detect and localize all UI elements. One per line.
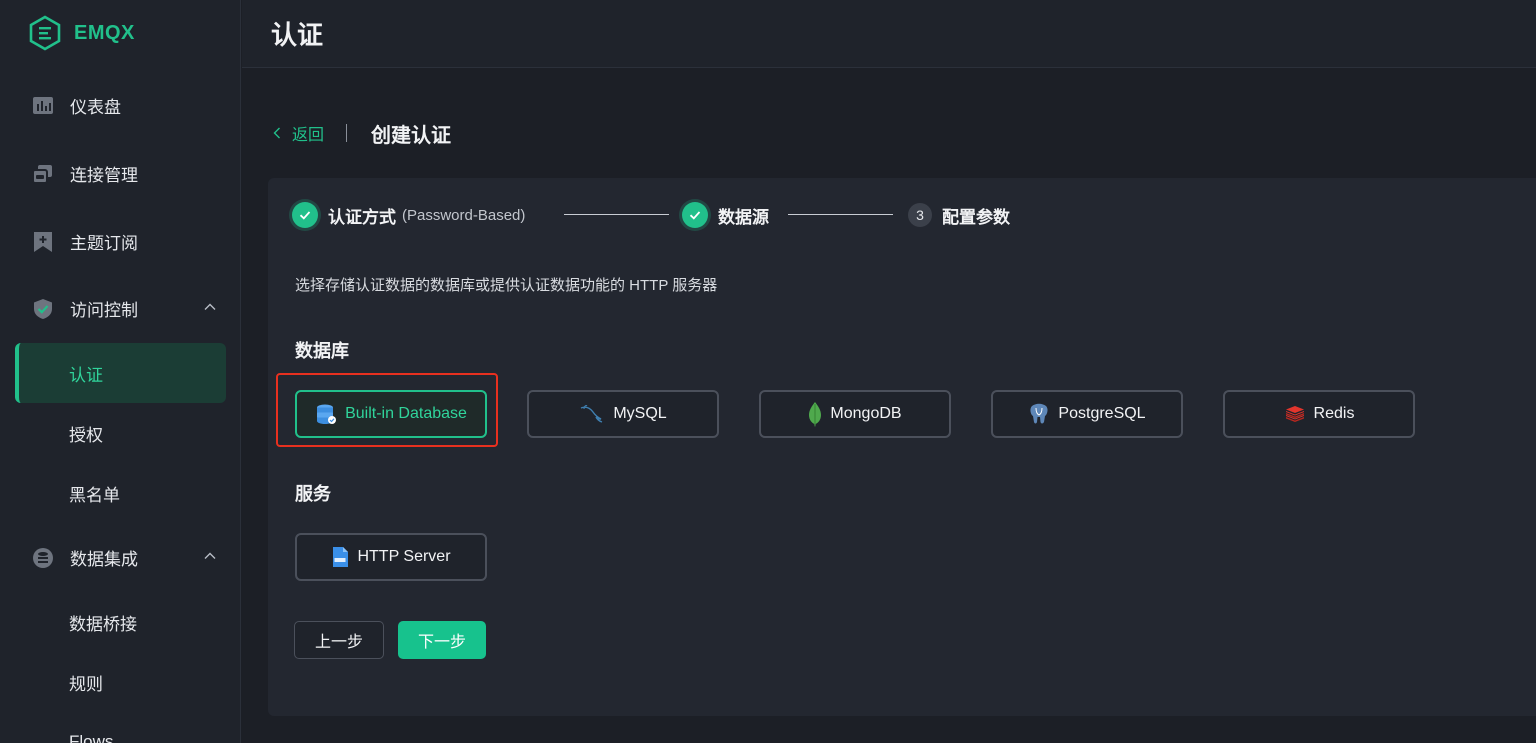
create-auth-card: 认证方式 (Password-Based) 数据源 3 配置参数 选择存储认证数…	[268, 178, 1536, 716]
selection-highlight	[276, 373, 498, 447]
chevron-up-icon	[204, 303, 216, 310]
sidebar-item-flows[interactable]: Flows	[15, 712, 226, 743]
sidebar-item-topic-subscribe[interactable]: 主题订阅	[0, 221, 241, 261]
prev-step-button[interactable]: 上一步	[294, 621, 384, 659]
step-number: 3	[908, 203, 932, 227]
option-label: Redis	[1313, 405, 1355, 422]
emqx-logo-icon	[29, 15, 61, 51]
option-label: PostgreSQL	[1058, 405, 1146, 422]
sidebar-item-label: 主题订阅	[70, 233, 138, 253]
page-header: 认证	[242, 0, 1536, 68]
database-section-title: 数据库	[295, 341, 349, 361]
step-connector	[564, 214, 669, 215]
http-file-icon	[333, 547, 349, 567]
step-connector	[788, 214, 893, 215]
logo-text: EMQX	[74, 21, 135, 44]
option-label: MySQL	[613, 405, 667, 422]
sidebar-item-connections[interactable]: 连接管理	[0, 153, 241, 193]
sidebar-item-data-bridges[interactable]: 数据桥接	[15, 592, 226, 652]
step-auth-method: 认证方式 (Password-Based)	[292, 202, 525, 228]
option-redis[interactable]: Redis	[1223, 390, 1415, 438]
sidebar-item-data-integration[interactable]: 数据集成	[0, 537, 241, 577]
step-label: 数据源	[718, 207, 769, 227]
back-button[interactable]: 返回	[272, 121, 324, 145]
sidebar-item-dashboard[interactable]: 仪表盘	[0, 85, 241, 125]
postgresql-icon	[1030, 403, 1048, 424]
chevron-left-icon	[273, 127, 280, 139]
page-title: 认证	[271, 20, 324, 50]
step-sublabel: (Password-Based)	[402, 206, 526, 224]
step-config-params: 3 配置参数	[908, 202, 1010, 228]
step-label: 认证方式	[328, 207, 396, 227]
back-label: 返回	[292, 127, 325, 144]
sidebar-item-label: 数据集成	[70, 549, 138, 569]
breadcrumb-title: 创建认证	[371, 124, 452, 147]
sidebar-item-rules[interactable]: 规则	[15, 652, 226, 712]
sidebar-item-label: 授权	[69, 425, 103, 445]
mysql-icon	[581, 405, 603, 423]
step-data-source: 数据源	[682, 202, 769, 228]
option-label: HTTP Server	[357, 548, 451, 565]
check-circle-icon	[682, 202, 708, 228]
sidebar-item-label: 数据桥接	[69, 614, 137, 634]
sidebar-item-label: Flows	[69, 732, 114, 743]
sidebar-item-label: 规则	[69, 674, 103, 694]
sidebar-item-authorization[interactable]: 授权	[15, 403, 226, 463]
sidebar-item-label: 黑名单	[69, 485, 120, 505]
sidebar-item-label: 连接管理	[70, 165, 138, 185]
description-text: 选择存储认证数据的数据库或提供认证数据功能的 HTTP 服务器	[295, 277, 718, 294]
sidebar-item-authentication[interactable]: 认证	[15, 343, 226, 403]
sidebar-item-label: 仪表盘	[70, 97, 121, 117]
connections-icon	[32, 165, 52, 184]
redis-icon	[1285, 406, 1304, 422]
breadcrumb-divider	[346, 124, 348, 142]
breadcrumb: 返回 创建认证	[272, 118, 451, 148]
sidebar-item-blacklist[interactable]: 黑名单	[15, 463, 226, 523]
logo[interactable]: EMQX	[28, 14, 135, 52]
topic-subscribe-icon	[34, 232, 52, 252]
option-mongodb[interactable]: MongoDB	[759, 390, 951, 438]
step-label: 配置参数	[942, 207, 1010, 227]
shield-icon	[34, 299, 52, 319]
check-circle-icon	[292, 202, 318, 228]
sidebar-item-label: 认证	[69, 365, 103, 385]
option-label: MongoDB	[830, 405, 902, 422]
sidebar-item-access-control[interactable]: 访问控制	[0, 288, 241, 328]
dashboard-icon	[33, 97, 53, 114]
sidebar: EMQX 仪表盘 连接管理 主题订阅 访问控制 认证 授权 黑名单 数据集成 数…	[0, 0, 241, 743]
service-section-title: 服务	[295, 484, 331, 504]
option-mysql[interactable]: MySQL	[527, 390, 719, 438]
sidebar-item-label: 访问控制	[70, 300, 138, 320]
mongodb-icon	[809, 402, 822, 427]
chevron-up-icon	[204, 552, 216, 559]
next-step-button[interactable]: 下一步	[398, 621, 486, 659]
option-http-server[interactable]: HTTP Server	[295, 533, 487, 581]
data-integration-icon	[33, 548, 53, 568]
option-postgresql[interactable]: PostgreSQL	[991, 390, 1183, 438]
